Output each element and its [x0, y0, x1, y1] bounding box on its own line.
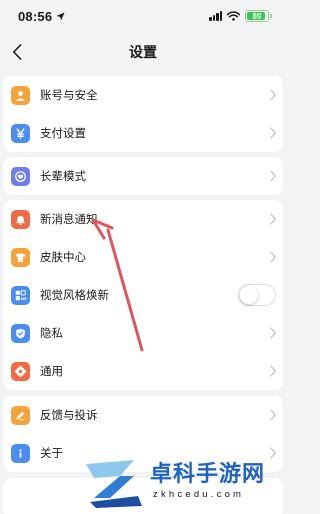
info-icon — [11, 443, 30, 463]
settings-group-account: 账号与安全 支付设置 — [3, 76, 283, 152]
shield-icon — [11, 323, 30, 343]
status-time: 08:56 — [18, 8, 53, 24]
page-title: 设置 — [129, 44, 157, 60]
new-style-icon: NEW — [11, 285, 30, 305]
location-arrow-icon — [56, 11, 65, 21]
chevron-right-icon — [269, 88, 277, 102]
battery-icon: 89 — [245, 10, 269, 22]
battery-level: 89 — [252, 11, 262, 21]
yen-icon — [11, 123, 30, 143]
chevron-left-icon — [13, 44, 22, 60]
chevron-right-icon — [269, 169, 277, 183]
watermark-domain: zkhcedu.com — [153, 489, 245, 500]
settings-row-label: 新消息通知 — [40, 214, 98, 226]
settings-row-bell[interactable]: 新消息通知 — [3, 200, 283, 238]
svg-text:NEW: NEW — [21, 296, 27, 301]
elder-mode-icon — [11, 166, 30, 186]
settings-row-label: 长辈模式 — [40, 171, 86, 183]
style-refresh-toggle[interactable] — [238, 284, 276, 306]
settings-row-label: 反馈与投诉 — [40, 410, 98, 422]
wifi-icon — [227, 11, 240, 21]
settings-row-label: 账号与安全 — [40, 90, 98, 102]
settings-group-general: 新消息通知皮肤中心 NEW 视觉风格焕新隐私通用 — [3, 200, 283, 390]
watermark-logo — [86, 460, 142, 508]
pencil-icon — [11, 405, 30, 425]
watermark: 卓科手游网 zkhcedu.com — [80, 454, 286, 510]
nav-bar: 设置 — [0, 32, 286, 72]
settings-row-label: 视觉风格焕新 — [40, 290, 109, 302]
settings-row-person[interactable]: 账号与安全 — [3, 76, 283, 114]
chevron-right-icon — [269, 212, 277, 226]
chevron-right-icon — [269, 364, 277, 378]
settings-row-shield[interactable]: 隐私 — [3, 314, 283, 352]
back-button[interactable] — [4, 38, 30, 66]
gear-icon — [11, 361, 30, 381]
settings-row-label: 皮肤中心 — [40, 252, 86, 264]
settings-row-label: 关于 — [40, 448, 63, 460]
settings-group-elder: 长辈模式 — [3, 157, 283, 195]
settings-row-label: 支付设置 — [40, 128, 86, 140]
settings-row-label: 隐私 — [40, 328, 63, 340]
bell-icon — [11, 209, 30, 229]
chevron-right-icon — [269, 326, 277, 340]
settings-row-elder-mode[interactable]: 长辈模式 — [3, 157, 283, 195]
watermark-brand: 卓科手游网 — [150, 461, 266, 487]
settings-row-new-style[interactable]: NEW 视觉风格焕新 — [3, 276, 283, 314]
status-bar: 08:56 89 — [0, 0, 286, 32]
settings-row-yen[interactable]: 支付设置 — [3, 114, 283, 152]
chevron-right-icon — [269, 126, 277, 140]
person-icon — [11, 85, 30, 105]
settings-row-shirt[interactable]: 皮肤中心 — [3, 238, 283, 276]
chevron-right-icon — [269, 250, 277, 264]
settings-row-pencil[interactable]: 反馈与投诉 — [3, 396, 283, 434]
chevron-right-icon — [269, 408, 277, 422]
shirt-icon — [11, 247, 30, 267]
cellular-signal-icon — [209, 11, 222, 21]
settings-row-label: 通用 — [40, 366, 63, 378]
settings-row-gear[interactable]: 通用 — [3, 352, 283, 390]
